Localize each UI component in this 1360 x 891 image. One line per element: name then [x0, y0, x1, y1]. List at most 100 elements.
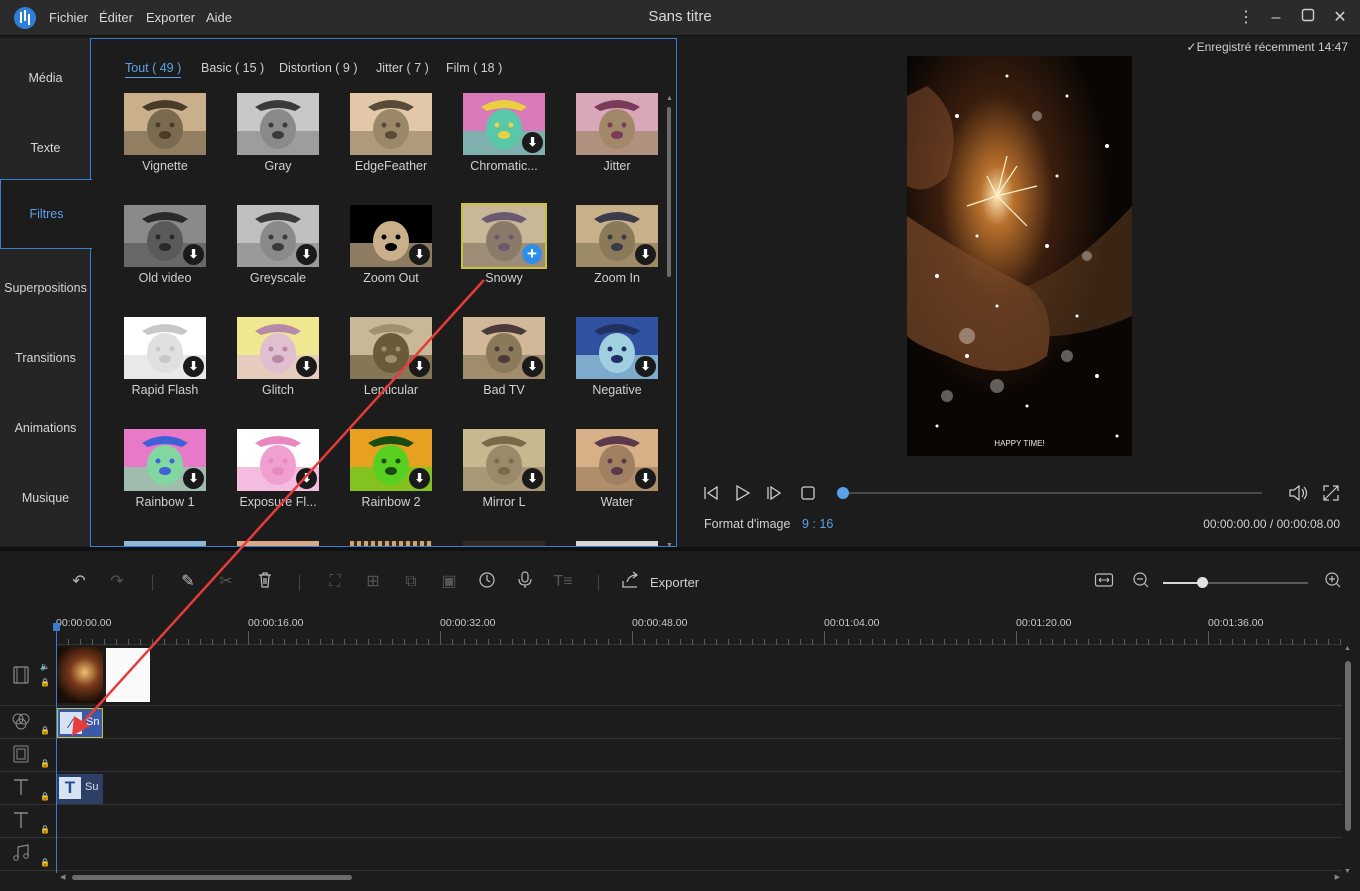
sidebar-item-animations[interactable]: Animations	[0, 393, 91, 463]
zoom-slider-knob[interactable]	[1197, 577, 1208, 588]
scroll-up-icon[interactable]: ▲	[1344, 645, 1351, 652]
scroll-up-icon[interactable]: ▲	[666, 95, 673, 102]
download-icon[interactable]: ⬇	[296, 468, 317, 489]
filter-thumb[interactable]: ⬇	[350, 205, 432, 267]
filter-thumb[interactable]	[124, 93, 206, 155]
download-icon[interactable]: ⬇	[183, 468, 204, 489]
export-icon[interactable]	[620, 571, 642, 593]
microphone-icon[interactable]	[514, 571, 536, 593]
scroll-left-icon[interactable]: ◀	[60, 873, 65, 881]
download-icon[interactable]: ⬇	[522, 132, 543, 153]
sidebar-item-musique[interactable]: Musique	[0, 463, 91, 533]
filter-thumb[interactable]: ⬇	[350, 429, 432, 491]
download-icon[interactable]: ⬇	[635, 468, 656, 489]
filter-clip-snowy[interactable]: ⁄ Sn	[57, 708, 103, 738]
fullscreen-icon[interactable]	[1322, 484, 1340, 502]
lock-icon[interactable]: 🔒	[40, 792, 50, 801]
download-icon[interactable]: ⬇	[296, 356, 317, 377]
playhead[interactable]	[56, 627, 57, 873]
filter-thumb[interactable]: ⬇	[350, 317, 432, 379]
text-clip-subtitle[interactable]: T Su	[57, 774, 103, 804]
lock-icon[interactable]: 🔒	[40, 759, 50, 768]
time-ruler[interactable]: 00:00:00.00 00:00:16.00 00:00:32.00 00:0…	[56, 611, 1342, 645]
scroll-right-icon[interactable]: ▶	[1335, 873, 1340, 881]
download-icon[interactable]: ⬇	[522, 468, 543, 489]
scrollbar-thumb[interactable]	[1345, 661, 1351, 831]
lock-icon[interactable]: 🔒	[40, 858, 50, 867]
filter-thumb[interactable]: ⬇	[463, 429, 545, 491]
fit-timeline-icon[interactable]	[1093, 571, 1115, 593]
sidebar-item-superpositions[interactable]: Superpositions	[0, 253, 91, 323]
lock-icon[interactable]: 🔒	[40, 678, 50, 687]
cut-icon[interactable]: ✂	[215, 571, 237, 593]
download-icon[interactable]: ⬇	[409, 468, 430, 489]
download-icon[interactable]: ⬇	[409, 356, 430, 377]
next-frame-icon[interactable]	[765, 484, 783, 502]
video-clip-sparkler[interactable]	[57, 647, 103, 703]
filter-thumb[interactable]: ⬇	[463, 93, 545, 155]
filter-thumb[interactable]: ⬇	[124, 205, 206, 267]
video-preview[interactable]: HAPPY TIME!	[907, 56, 1132, 456]
scroll-down-icon[interactable]: ▼	[1344, 868, 1351, 875]
timeline-vertical-scrollbar[interactable]: ▲ ▼	[1344, 645, 1352, 875]
play-icon[interactable]	[733, 484, 751, 502]
filter-thumb[interactable]: ⬇	[576, 205, 658, 267]
menu-aide[interactable]: Aide	[206, 10, 232, 25]
lock-icon[interactable]: 🔒	[40, 825, 50, 834]
filter-thumb[interactable]	[576, 93, 658, 155]
stop-icon[interactable]	[799, 484, 817, 502]
timeline-horizontal-scrollbar[interactable]: ◀ ▶	[60, 873, 1340, 883]
zoom-out-icon[interactable]	[1130, 571, 1152, 593]
playback-progress-knob[interactable]	[837, 487, 849, 499]
freeze-frame-icon[interactable]: ▣	[438, 571, 460, 593]
download-icon[interactable]: ⬇	[183, 244, 204, 265]
tab-tout[interactable]: Tout ( 49 )	[125, 61, 182, 78]
playback-progress-bar[interactable]	[842, 492, 1262, 494]
filter-thumb[interactable]: ⬇	[463, 317, 545, 379]
filter-scrollbar[interactable]: ▲ ▼	[666, 95, 673, 546]
scrollbar-thumb[interactable]	[72, 875, 352, 880]
download-icon[interactable]: ⬇	[409, 244, 430, 265]
volume-icon[interactable]	[1288, 484, 1308, 502]
video-clip-white[interactable]	[106, 648, 150, 702]
filter-thumb[interactable]: ⬇	[124, 429, 206, 491]
edit-icon[interactable]: ✎	[177, 571, 199, 593]
scrollbar-thumb[interactable]	[667, 107, 671, 277]
filter-thumb[interactable]: ⬇	[237, 429, 319, 491]
filter-thumb[interactable]	[350, 93, 432, 155]
tab-basic[interactable]: Basic ( 15 )	[201, 61, 264, 75]
download-icon[interactable]: ⬇	[635, 244, 656, 265]
menu-fichier[interactable]: Fichier	[49, 10, 88, 25]
zoom-in-icon[interactable]	[1322, 571, 1344, 593]
sidebar-item-transitions[interactable]: Transitions	[0, 323, 91, 393]
filter-thumb[interactable]: ⬇	[576, 429, 658, 491]
filter-thumb[interactable]: ⬇	[124, 317, 206, 379]
download-icon[interactable]: ⬇	[183, 356, 204, 377]
menu-editer[interactable]: Éditer	[99, 10, 133, 25]
speed-icon[interactable]	[476, 571, 498, 593]
maximize-icon[interactable]	[1298, 8, 1318, 28]
filter-thumb[interactable]: ⬇	[237, 317, 319, 379]
sidebar-item-filtres[interactable]: Filtres	[0, 179, 92, 249]
more-options-icon[interactable]: ⋮	[1236, 8, 1256, 28]
tab-jitter[interactable]: Jitter ( 7 )	[376, 61, 429, 75]
filter-thumb[interactable]: ⬇	[576, 317, 658, 379]
aspect-ratio-value[interactable]: 9 : 16	[802, 517, 833, 531]
download-icon[interactable]: ⬇	[522, 356, 543, 377]
tab-film[interactable]: Film ( 18 )	[446, 61, 502, 75]
lock-icon[interactable]: 🔒	[40, 726, 50, 735]
close-icon[interactable]: ✕	[1330, 8, 1350, 28]
previous-frame-icon[interactable]	[702, 484, 720, 502]
tab-distortion[interactable]: Distortion ( 9 )	[279, 61, 358, 75]
add-icon[interactable]: +	[522, 244, 542, 264]
menu-exporter[interactable]: Exporter	[146, 10, 195, 25]
download-icon[interactable]: ⬇	[635, 356, 656, 377]
export-button[interactable]: Exporter	[650, 575, 699, 590]
mosaic-icon[interactable]: ⊞	[362, 571, 384, 593]
filter-thumb[interactable]	[237, 93, 319, 155]
redo-icon[interactable]: ↷	[106, 571, 128, 593]
download-icon[interactable]: ⬇	[296, 244, 317, 265]
undo-icon[interactable]: ↶	[68, 571, 90, 593]
split-icon[interactable]: ⧉	[400, 571, 422, 593]
crop-icon[interactable]: ⛶	[324, 571, 346, 593]
